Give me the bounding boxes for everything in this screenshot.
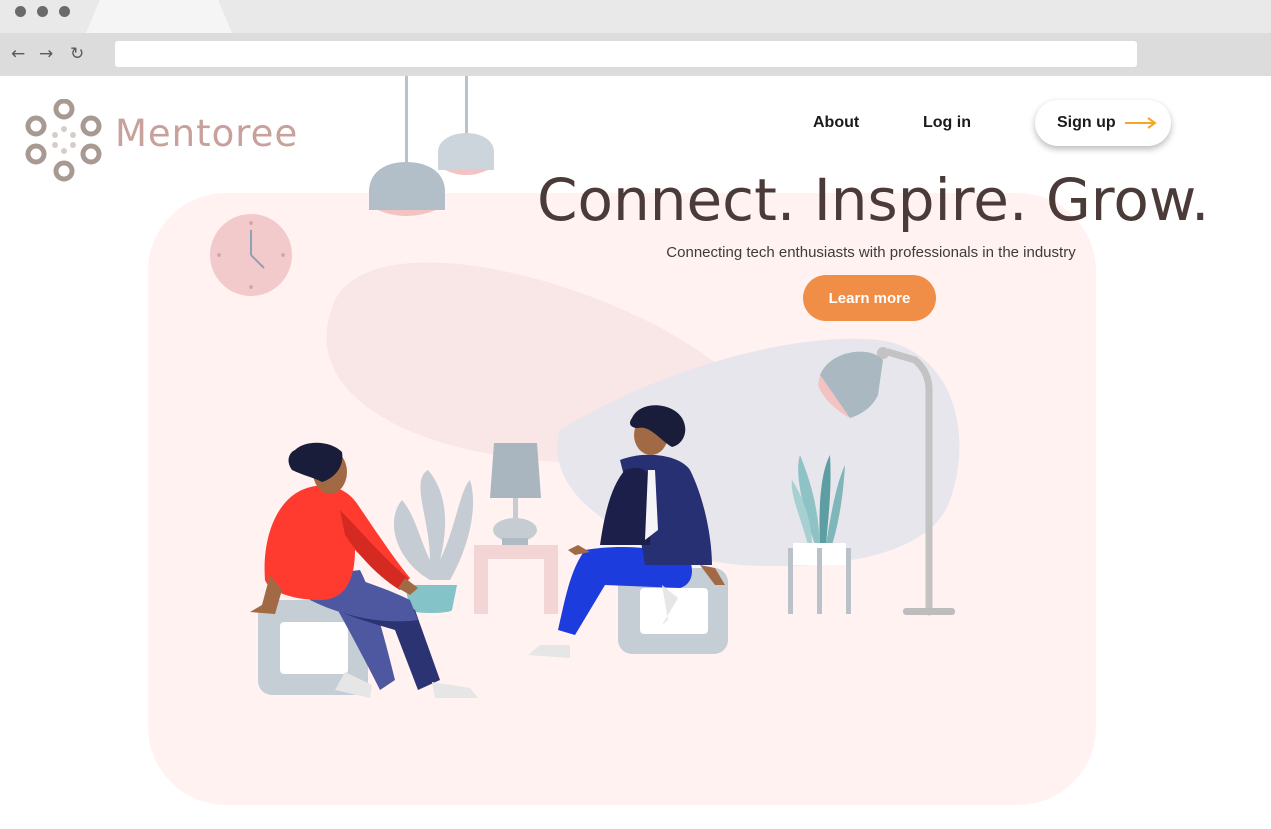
mentoree-logo-icon[interactable] <box>24 99 104 183</box>
nav-about-link[interactable]: About <box>813 114 859 132</box>
arrow-right-icon <box>1125 117 1157 129</box>
signup-button-label: Sign up <box>1057 114 1116 131</box>
table-lamp-icon <box>490 443 541 545</box>
nav-login-link[interactable]: Log in <box>923 114 971 132</box>
hero-subline: Connecting tech enthusiasts with profess… <box>666 244 1076 261</box>
pendant-lamp-left-icon <box>369 76 445 216</box>
side-table-icon <box>474 545 558 614</box>
brand-name[interactable]: Mentoree <box>115 112 298 155</box>
hero-headline: Connect. Inspire. Grow. <box>537 166 1210 234</box>
wall-clock-icon <box>210 214 292 296</box>
learn-more-button[interactable]: Learn more <box>803 275 936 321</box>
pendant-lamp-right-icon <box>438 76 494 175</box>
signup-button[interactable]: Sign up <box>1035 100 1171 146</box>
